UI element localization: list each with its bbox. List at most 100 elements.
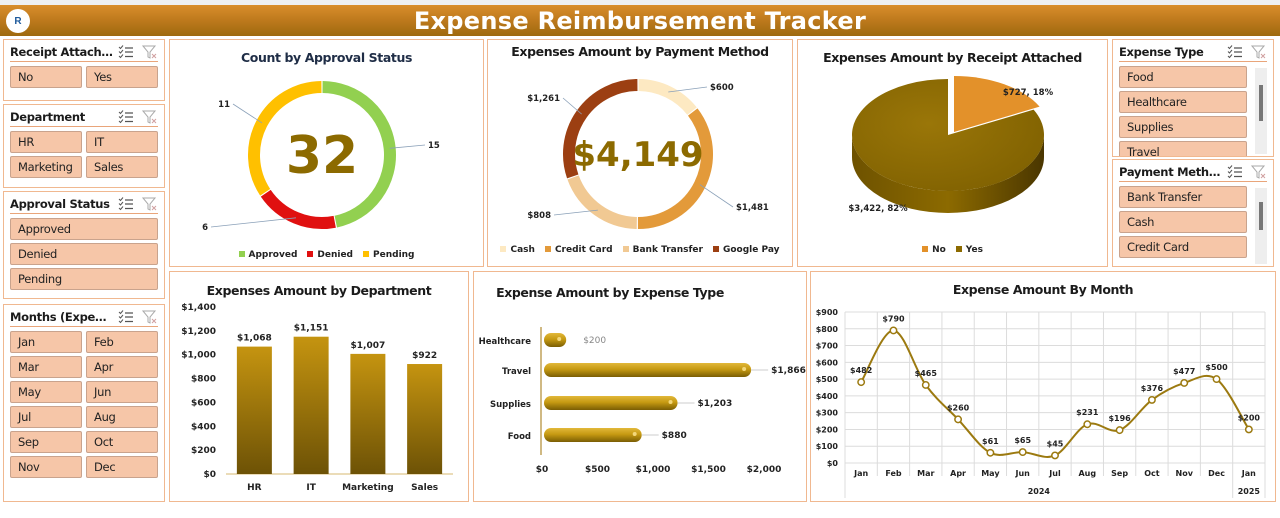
legend-swatch (922, 246, 929, 252)
chart-legend: No Yes (798, 245, 1107, 255)
data-label: $3,422, 82% (848, 204, 908, 214)
slicer-item-mar[interactable]: Mar (10, 356, 82, 378)
data-label: $1,068 (237, 334, 272, 344)
leader-line (210, 217, 297, 228)
x-tick-label: Apr (950, 469, 966, 478)
slicer-title: Expense Type (1119, 44, 1204, 59)
slicer-item-jan[interactable]: Jan (10, 331, 82, 353)
slicer-item-aug[interactable]: Aug (86, 406, 158, 428)
clear-filter-icon[interactable] (142, 310, 158, 324)
bar-highlight (632, 432, 637, 436)
slicer-item-it[interactable]: IT (86, 131, 158, 153)
expense-type-bar-chart: Healthcare $200 Travel $1,866 Supplies $1,203… (479, 327, 806, 475)
year-label: 2025 (1238, 487, 1261, 496)
slicer-payment-method: Payment Method Bank Transfer Cash Credit C… (1112, 159, 1274, 267)
legend-swatch (622, 246, 629, 252)
multi-select-icon[interactable] (118, 196, 134, 211)
slicer-item-sales[interactable]: Sales (86, 156, 158, 178)
data-label: $1,151 (294, 324, 329, 334)
bar-highlight (557, 337, 562, 341)
multi-select-icon[interactable] (118, 44, 134, 59)
slicer-item-no[interactable]: No (10, 66, 82, 88)
slicer-item-denied[interactable]: Denied (10, 243, 158, 265)
slicer-item-sep[interactable]: Sep (10, 431, 82, 453)
multi-select-icon[interactable] (1227, 164, 1243, 179)
y-tick-label: $800 (191, 375, 216, 385)
slicer-item-jun[interactable]: Jun (86, 381, 158, 403)
multi-select-icon[interactable] (1227, 44, 1243, 59)
x-tick-label: Jan (853, 469, 868, 478)
legend-label: Denied (317, 250, 354, 260)
data-label: $1,866 (771, 366, 806, 376)
slicer-item-approved[interactable]: Approved (10, 218, 158, 240)
legend-item: Cash (500, 245, 535, 255)
data-point (857, 378, 866, 387)
slicer-item-marketing[interactable]: Marketing (10, 156, 82, 178)
legend-label: No (932, 245, 946, 255)
y-tick-label: Travel (502, 367, 531, 377)
data-label: $880 (662, 431, 687, 441)
scrollbar-thumb[interactable] (1259, 202, 1263, 230)
data-label: $1,261 (527, 94, 560, 104)
multi-select-icon[interactable] (118, 309, 134, 324)
slicer-item-healthcare[interactable]: Healthcare (1119, 91, 1247, 113)
slicer-items: HR IT Marketing Sales (10, 131, 158, 178)
slicer-item-hr[interactable]: HR (10, 131, 82, 153)
slicer-item-travel[interactable]: Travel (1119, 141, 1247, 156)
clear-filter-icon[interactable] (1251, 45, 1267, 59)
data-label: $482 (850, 366, 872, 375)
center-total: $4,149 (572, 135, 703, 175)
data-label: $65 (1014, 436, 1031, 445)
scrollbar[interactable] (1255, 68, 1267, 154)
data-point (1115, 426, 1124, 435)
x-tick-label: Feb (885, 469, 902, 478)
x-tick-label: $1,500 (691, 465, 726, 475)
slicer-item-apr[interactable]: Apr (86, 356, 158, 378)
data-label: $790 (882, 314, 905, 323)
x-tick-label: $0 (536, 465, 549, 475)
data-point (1180, 379, 1189, 387)
x-tick-label: $2,000 (747, 465, 782, 475)
slicer-item-dec[interactable]: Dec (86, 456, 158, 478)
slicer-header: Receipt Attached (10, 44, 158, 62)
line-series (860, 329, 1250, 458)
slicer-header: Payment Method (1119, 164, 1267, 182)
slicer-item-cash[interactable]: Cash (1119, 211, 1247, 233)
x-tick-label: Dec (1208, 469, 1225, 478)
scrollbar-thumb[interactable] (1259, 85, 1263, 121)
data-label: $727, 18% (1003, 88, 1054, 98)
clear-filter-icon[interactable] (142, 197, 158, 211)
x-tick-label: IT (306, 483, 316, 493)
legend-label: Yes (965, 245, 983, 255)
data-label: $808 (527, 211, 551, 221)
x-tick-label: Sales (411, 483, 438, 493)
legend-label: Credit Card (554, 245, 613, 255)
slicer-item-pending[interactable]: Pending (10, 268, 158, 290)
slicer-item-jul[interactable]: Jul (10, 406, 82, 428)
x-tick-label: May (981, 469, 1000, 478)
multi-select-icon[interactable] (118, 109, 134, 124)
slicer-item-feb[interactable]: Feb (86, 331, 158, 353)
clear-filter-icon[interactable] (1251, 165, 1267, 179)
clear-filter-icon[interactable] (142, 110, 158, 124)
slicer-item-oct[interactable]: Oct (86, 431, 158, 453)
data-label: $45 (1047, 439, 1064, 448)
data-label: $922 (412, 351, 437, 361)
chart-expense-type: Expense Amount by Expense Type Healthcar… (473, 271, 807, 502)
bar-supplies (544, 396, 678, 410)
y-tick-label: $900 (816, 308, 839, 317)
slicer-item-food[interactable]: Food (1119, 66, 1247, 88)
slicer-item-supplies[interactable]: Supplies (1119, 116, 1247, 138)
slicer-item-nov[interactable]: Nov (10, 456, 82, 478)
legend-item: Approved (238, 250, 297, 260)
scrollbar[interactable] (1255, 188, 1267, 264)
slicer-item-bank-transfer[interactable]: Bank Transfer (1119, 186, 1247, 208)
data-label: $1,007 (351, 341, 386, 351)
year-label: 2024 (1028, 487, 1051, 496)
legend-label: Cash (510, 245, 535, 255)
clear-filter-icon[interactable] (142, 45, 158, 59)
slicer-item-may[interactable]: May (10, 381, 82, 403)
slicer-item-yes[interactable]: Yes (86, 66, 158, 88)
slicer-item-credit-card[interactable]: Credit Card (1119, 236, 1247, 258)
legend-swatch (544, 246, 551, 252)
